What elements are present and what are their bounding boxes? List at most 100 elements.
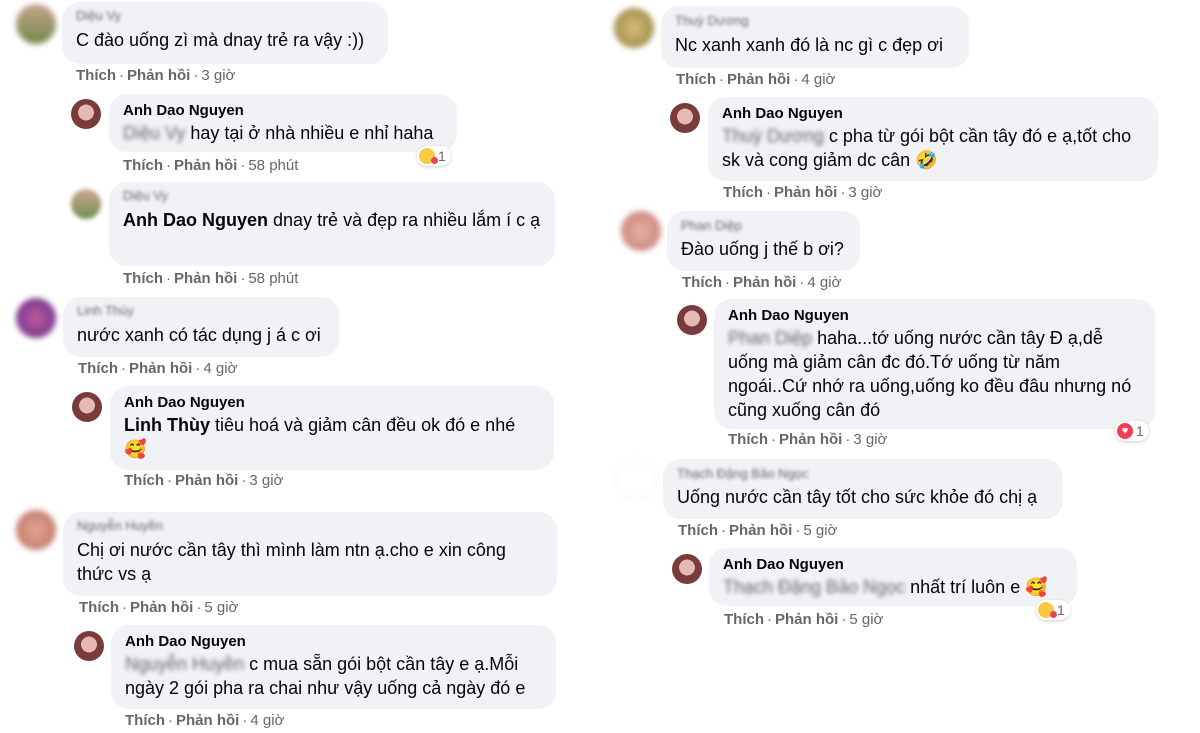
separator: · (168, 712, 173, 729)
separator: · (799, 274, 805, 291)
avatar[interactable] (672, 554, 702, 584)
comment-bubble: Diệu Vy C đào uống zì mà dnay trẻ ra vậy… (62, 2, 388, 64)
comment-text: nước xanh có tác dụng j á c ơi (77, 325, 321, 345)
avatar[interactable] (614, 8, 654, 48)
comment-author[interactable]: Anh Dao Nguyen (728, 306, 1141, 326)
comment-time[interactable]: 4 giờ (250, 712, 284, 729)
like-button[interactable]: Thích (78, 360, 118, 377)
like-button[interactable]: Thích (123, 157, 163, 174)
comment-author[interactable]: Thạch Đặng Bảo Ngọc (677, 464, 1049, 484)
comment-text: nhất trí luôn e (910, 577, 1021, 597)
comment-time[interactable]: 3 giờ (848, 184, 882, 201)
separator: · (793, 71, 799, 88)
comment-time[interactable]: 4 giờ (807, 274, 841, 291)
avatar[interactable] (72, 392, 102, 422)
avatar[interactable] (621, 211, 661, 251)
separator: · (166, 157, 171, 174)
comment-time[interactable]: 3 giờ (201, 67, 235, 84)
comment-time[interactable]: 5 giờ (204, 599, 238, 616)
reaction-badge[interactable]: 1 (1036, 600, 1070, 620)
comment-author[interactable]: Nguyễn Huyền (77, 516, 543, 536)
reply-button[interactable]: Phản hồi (775, 611, 838, 628)
comment-author[interactable]: Diệu Vy (76, 6, 374, 26)
reply-button[interactable]: Phản hồi (729, 522, 792, 539)
like-button[interactable]: Thích (676, 71, 716, 88)
comment-author[interactable]: Anh Dao Nguyen (723, 555, 1063, 575)
comment-text: hay tại ở nhà nhiều e nhỉ haha (190, 123, 434, 143)
comment-time[interactable]: 5 giờ (849, 611, 883, 628)
comment-bubble: Nguyễn Huyền Chị ơi nước cần tây thì mìn… (63, 512, 557, 596)
separator: · (721, 522, 726, 539)
reply-button[interactable]: Phản hồi (727, 71, 790, 88)
comment-time[interactable]: 3 giờ (249, 472, 283, 489)
care-emoji-icon (1038, 602, 1057, 618)
reply-button[interactable]: Phản hồi (774, 184, 837, 201)
separator: · (196, 599, 202, 616)
comment-time[interactable]: 58 phút (248, 270, 298, 287)
like-button[interactable]: Thích (76, 67, 116, 84)
comment-author[interactable]: Anh Dao Nguyen (722, 104, 1144, 124)
like-button[interactable]: Thích (79, 599, 119, 616)
separator: · (121, 360, 126, 377)
mention-tag[interactable]: Diệu Vy (123, 123, 185, 143)
comment-bubble: Anh Dao Nguyen Nguyễn Huyền c mua sẵn gó… (111, 625, 556, 709)
comment-actions: Thích · Phản hồi · 4 giờ (125, 712, 284, 729)
comment-author[interactable]: Linh Thùy (77, 301, 325, 321)
like-button[interactable]: Thích (728, 431, 768, 448)
reply-button[interactable]: Phản hồi (733, 274, 796, 291)
avatar[interactable] (16, 4, 56, 44)
separator: · (771, 431, 776, 448)
like-button[interactable]: Thích (723, 184, 763, 201)
comment-author[interactable]: Thuỳ Dương (675, 11, 955, 31)
reply-button[interactable]: Phản hồi (130, 599, 193, 616)
avatar[interactable] (71, 99, 101, 129)
like-button[interactable]: Thích (124, 472, 164, 489)
reply-button[interactable]: Phản hồi (779, 431, 842, 448)
comment-time[interactable]: 58 phút (248, 157, 298, 174)
avatar[interactable] (74, 631, 104, 661)
avatar[interactable] (677, 305, 707, 335)
mention-tag[interactable]: Linh Thùy (124, 415, 210, 435)
mention-tag[interactable]: Phan Diệp (728, 328, 812, 348)
comment-time[interactable]: 4 giờ (203, 360, 237, 377)
comment-author[interactable]: Phan Diệp (681, 216, 846, 236)
comment-author[interactable]: Anh Dao Nguyen (123, 101, 443, 121)
reply-button[interactable]: Phản hồi (174, 270, 237, 287)
comment-author[interactable]: Anh Dao Nguyen (125, 632, 542, 652)
reply-button[interactable]: Phản hồi (176, 712, 239, 729)
avatar[interactable] (670, 103, 700, 133)
reply-button[interactable]: Phản hồi (174, 157, 237, 174)
reply-button[interactable]: Phản hồi (127, 67, 190, 84)
like-button[interactable]: Thích (123, 270, 163, 287)
mention-tag[interactable]: Anh Dao Nguyen (123, 210, 268, 230)
like-button[interactable]: Thích (682, 274, 722, 291)
reply-button[interactable]: Phản hồi (129, 360, 192, 377)
avatar[interactable] (616, 459, 656, 499)
separator: · (767, 611, 772, 628)
comment-author[interactable]: Anh Dao Nguyen (124, 393, 540, 413)
reaction-badge[interactable]: ♥ 1 (1115, 421, 1149, 441)
comment-actions: Thích · Phản hồi · 3 giờ (728, 431, 887, 448)
separator: · (167, 472, 172, 489)
avatar[interactable] (71, 189, 101, 219)
mention-tag[interactable]: Thạch Đặng Bảo Ngọc (723, 577, 905, 597)
comment-time[interactable]: 5 giờ (803, 522, 837, 539)
comment-time[interactable]: 4 giờ (801, 71, 835, 88)
comment-actions: Thích · Phản hồi · 3 giờ (76, 67, 235, 84)
reaction-badge[interactable]: 1 (417, 146, 451, 166)
like-button[interactable]: Thích (678, 522, 718, 539)
comment-time[interactable]: 3 giờ (853, 431, 887, 448)
comment-text: C đào uống zì mà dnay trẻ ra vậy :)) (76, 30, 365, 50)
mention-tag[interactable]: Nguyễn Huyền (125, 654, 244, 674)
like-button[interactable]: Thích (724, 611, 764, 628)
comment-bubble: Anh Dao Nguyen Thạch Đặng Bảo Ngọc nhất … (709, 548, 1077, 606)
avatar[interactable] (16, 510, 56, 550)
comment-author[interactable]: Diệu Vy (123, 186, 541, 206)
separator: · (840, 184, 846, 201)
reply-button[interactable]: Phản hồi (175, 472, 238, 489)
mention-tag[interactable]: Thuỳ Dương (722, 126, 824, 146)
comment-bubble: Linh Thùy nước xanh có tác dụng j á c ơi (63, 297, 339, 357)
separator: · (193, 67, 199, 84)
avatar[interactable] (16, 298, 56, 338)
like-button[interactable]: Thích (125, 712, 165, 729)
